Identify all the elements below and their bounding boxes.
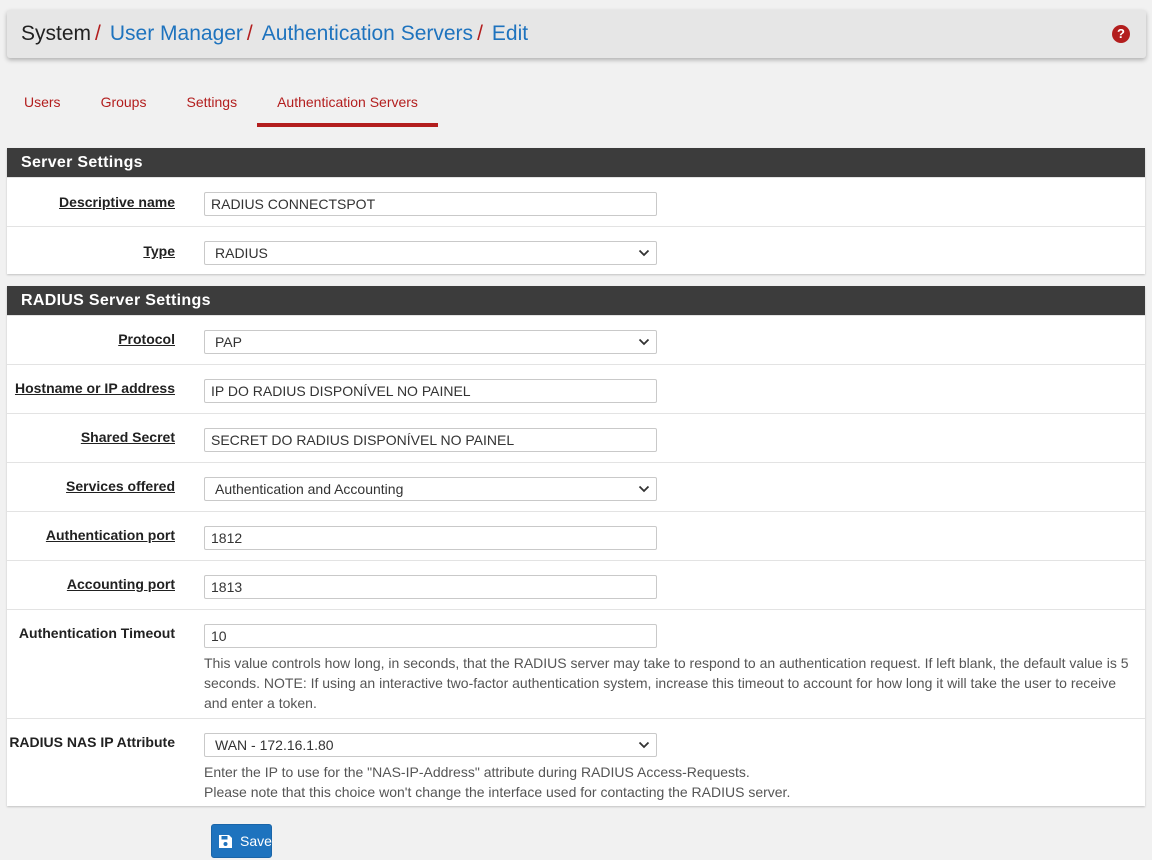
protocol-select-value: PAP (215, 334, 242, 350)
tab-bar: Users Groups Settings Authentication Ser… (0, 82, 438, 127)
type-select-value: RADIUS (215, 245, 268, 261)
hostname-label: Hostname or IP address (14, 380, 175, 396)
tab-groups[interactable]: Groups (81, 82, 167, 127)
breadcrumb-edit[interactable]: Edit (492, 22, 528, 46)
nas-ip-label: RADIUS NAS IP Attribute (9, 734, 175, 750)
tab-settings[interactable]: Settings (166, 82, 257, 127)
breadcrumb-separator: / (246, 22, 253, 45)
tab-users[interactable]: Users (4, 82, 81, 127)
page-header: System / User Manager / Authentication S… (7, 10, 1146, 58)
form-row-shared-secret: Shared Secret (7, 413, 1145, 462)
nas-ip-help-text: Enter the IP to use for the "NAS-IP-Addr… (204, 762, 790, 802)
timeout-help-text: This value controls how long, in seconds… (204, 653, 1129, 713)
protocol-label: Protocol (118, 331, 175, 347)
breadcrumb-system: System (21, 22, 92, 45)
form-row-nas-ip: RADIUS NAS IP Attribute WAN - 172.16.1.8… (7, 718, 1145, 806)
nas-ip-help-line: Please note that this choice won't chang… (204, 784, 791, 800)
nas-ip-help-line: Enter the IP to use for the "NAS-IP-Addr… (204, 764, 750, 780)
form-row-services: Services offered Authentication and Acco… (7, 462, 1145, 511)
radius-server-settings-panel: RADIUS Server Settings Protocol PAP Host… (7, 286, 1145, 806)
type-select[interactable]: RADIUS (204, 241, 657, 265)
server-settings-heading: Server Settings (7, 148, 1145, 177)
auth-port-input[interactable] (204, 526, 657, 550)
acct-port-label: Accounting port (66, 576, 175, 592)
form-row-acct-port: Accounting port (7, 560, 1145, 609)
chevron-down-icon (638, 247, 650, 259)
form-row-type: Type RADIUS (7, 226, 1145, 274)
radius-settings-heading: RADIUS Server Settings (7, 286, 1145, 315)
timeout-input[interactable] (204, 624, 657, 648)
timeout-help-line: seconds. NOTE: If using an interactive t… (204, 675, 1116, 691)
breadcrumb: System / User Manager / Authentication S… (21, 22, 528, 46)
form-row-timeout: Authentication Timeout This value contro… (7, 609, 1145, 718)
chevron-down-icon (638, 483, 650, 495)
save-button-label: Save (240, 833, 272, 849)
shared-secret-label: Shared Secret (80, 429, 175, 445)
services-select[interactable]: Authentication and Accounting (204, 477, 657, 501)
protocol-select[interactable]: PAP (204, 330, 657, 354)
hostname-input[interactable] (204, 379, 657, 403)
shared-secret-input[interactable] (204, 428, 657, 452)
question-circle-icon[interactable]: ? (1112, 25, 1130, 43)
form-row-auth-port: Authentication port (7, 511, 1145, 560)
timeout-help-line: and enter a token. (204, 695, 317, 711)
type-label: Type (143, 243, 175, 259)
timeout-help-line: This value controls how long, in seconds… (204, 655, 1129, 671)
services-select-value: Authentication and Accounting (215, 481, 404, 497)
nas-ip-select[interactable]: WAN - 172.16.1.80 (204, 733, 657, 757)
descriptive-name-input[interactable] (204, 192, 657, 216)
breadcrumb-user-manager[interactable]: User Manager (110, 22, 243, 46)
form-row-protocol: Protocol PAP (7, 315, 1145, 364)
form-row-hostname: Hostname or IP address (7, 364, 1145, 413)
acct-port-input[interactable] (204, 575, 657, 599)
descriptive-name-label: Descriptive name (59, 194, 175, 210)
tab-authentication-servers[interactable]: Authentication Servers (257, 82, 438, 127)
server-settings-panel: Server Settings Descriptive name Type RA… (7, 148, 1145, 274)
services-label: Services offered (66, 478, 175, 494)
chevron-down-icon (638, 739, 650, 751)
breadcrumb-separator: / (95, 22, 101, 45)
floppy-disk-icon (218, 834, 233, 849)
nas-ip-select-value: WAN - 172.16.1.80 (215, 737, 334, 753)
timeout-label: Authentication Timeout (18, 625, 175, 641)
breadcrumb-authentication-servers[interactable]: Authentication Servers (262, 22, 473, 46)
form-row-descriptive-name: Descriptive name (7, 177, 1145, 226)
breadcrumb-separator: / (477, 22, 483, 45)
save-button[interactable]: Save (211, 824, 272, 858)
auth-port-label: Authentication port (45, 527, 175, 543)
chevron-down-icon (638, 336, 650, 348)
